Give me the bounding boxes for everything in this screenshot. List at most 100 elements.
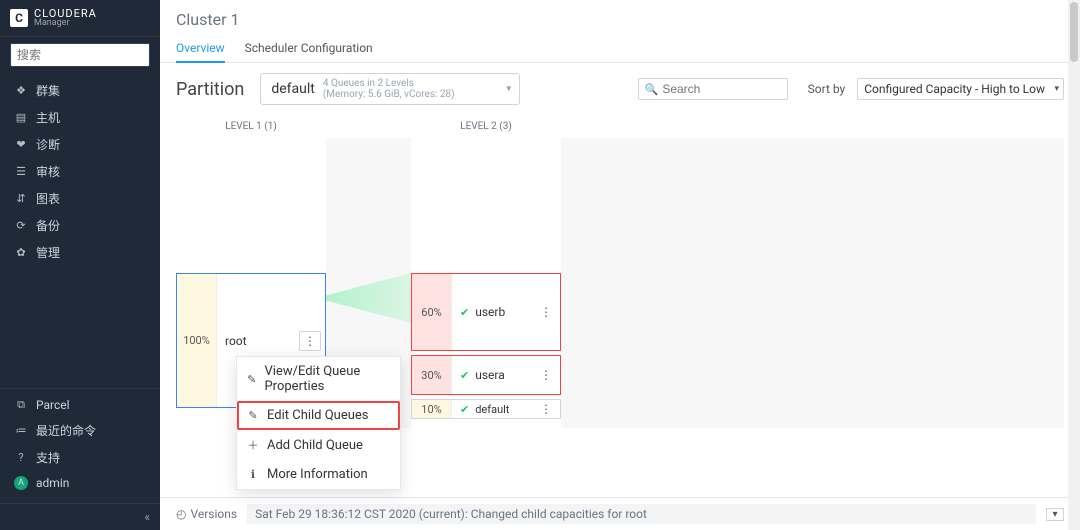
scrollbar-vertical[interactable] (1068, 0, 1080, 530)
sidebar-item-label: 诊断 (36, 136, 60, 153)
page-title: Cluster 1 (160, 0, 1080, 35)
sidebar-item-diagnostics[interactable]: ❤ 诊断 (0, 131, 160, 158)
pencil-icon: ✎ (247, 373, 256, 386)
queue-name: usera (475, 368, 505, 382)
hosts-icon: ▤ (14, 111, 28, 124)
main: Cluster 1 Overview Scheduler Configurati… (160, 0, 1080, 530)
partition-label: Partition (176, 79, 244, 100)
menu-item-label: Edit Child Queues (267, 408, 369, 423)
search-icon: 🔍 (645, 83, 659, 96)
check-icon: ✔ (460, 306, 469, 319)
partition-select[interactable]: default 4 Queues in 2 Levels (Memory: 5.… (260, 73, 520, 105)
sort-by-value: Configured Capacity - High to Low (864, 82, 1045, 96)
check-icon: ✔ (460, 403, 469, 416)
sidebar-item-support[interactable]: ? 支持 (0, 444, 160, 471)
sidebar-item-clusters[interactable]: ❖ 群集 (0, 77, 160, 104)
queue-name: default (475, 403, 509, 416)
level-2-header: LEVEL 2 (3) (411, 115, 561, 138)
scrollbar-thumb[interactable] (1070, 2, 1078, 62)
sidebar-item-label: 群集 (36, 82, 60, 99)
chevron-down-icon: ▾ (1054, 84, 1059, 94)
kebab-icon[interactable]: ⋮ (536, 400, 556, 418)
sidebar-item-label: Parcel (36, 398, 70, 412)
queue-pct: 30% (412, 356, 452, 394)
user-avatar-icon: A (14, 476, 28, 490)
tab-overview[interactable]: Overview (176, 35, 225, 63)
sidebar-nav: ❖ 群集 ▤ 主机 ❤ 诊断 ☰ 审核 ⇵ 图表 ⟳ 备份 ✿ 管理 (0, 73, 160, 388)
pencil-icon: ✎ (247, 409, 259, 422)
versions-label: Versions (190, 507, 237, 521)
clock-icon: ◴ (176, 507, 186, 521)
context-menu: ✎ View/Edit Queue Properties ✎ Edit Child … (236, 356, 401, 490)
menu-edit-child-queues[interactable]: ✎ Edit Child Queues (237, 401, 400, 430)
footer: ◴ Versions Sat Feb 29 18:36:12 CST 2020 (… (160, 497, 1080, 530)
sidebar-item-label: 管理 (36, 244, 60, 261)
kebab-icon[interactable]: ⋮ (299, 331, 321, 351)
sidebar-item-audit[interactable]: ☰ 审核 (0, 158, 160, 185)
sort-by-label: Sort by (808, 82, 846, 96)
queue-default[interactable]: 10% ✔ default ⋮ (411, 399, 561, 419)
sidebar-item-label: 审核 (36, 163, 60, 180)
tabs: Overview Scheduler Configuration (160, 35, 1080, 63)
sidebar-item-hosts[interactable]: ▤ 主机 (0, 104, 160, 131)
sidebar-item-administration[interactable]: ✿ 管理 (0, 239, 160, 266)
sidebar-item-label: 备份 (36, 217, 60, 234)
sidebar-item-recent[interactable]: ≔ 最近的命令 (0, 417, 160, 444)
queue-canvas: 100% root ⋮ 60% ✔userb ⋮ 30% ✔usera ⋮ 10… (176, 138, 1064, 428)
parcel-icon: ⧉ (14, 398, 28, 412)
search-input[interactable] (662, 82, 780, 96)
sidebar-item-label: 图表 (36, 190, 60, 207)
queue-name: root (225, 334, 247, 348)
menu-view-edit-properties[interactable]: ✎ View/Edit Queue Properties (237, 357, 400, 401)
diag-icon: ❤ (14, 138, 28, 151)
clusters-icon: ❖ (14, 84, 28, 97)
menu-add-child-queue[interactable]: ＋ Add Child Queue (237, 430, 400, 460)
menu-item-label: Add Child Queue (267, 438, 363, 453)
tab-scheduler-config[interactable]: Scheduler Configuration (245, 35, 373, 62)
plus-icon: ＋ (247, 437, 259, 453)
queue-pct: 10% (412, 400, 452, 418)
brand-sub: Manager (34, 19, 97, 28)
sidebar-item-charts[interactable]: ⇵ 图表 (0, 185, 160, 212)
sidebar-item-label: admin (36, 476, 69, 490)
menu-item-label: View/Edit Queue Properties (264, 364, 390, 394)
toolbar: Partition default 4 Queues in 2 Levels (… (160, 63, 1080, 115)
recent-icon: ≔ (14, 424, 28, 437)
sidebar-item-backup[interactable]: ⟳ 备份 (0, 212, 160, 239)
sidebar: C CLOUDERA Manager ❖ 群集 ▤ 主机 ❤ 诊断 ☰ 审核 ⇵ 图表 ⟳… (0, 0, 160, 530)
sidebar-item-label: 主机 (36, 109, 60, 126)
admin-icon: ✿ (14, 246, 28, 259)
brand: C CLOUDERA Manager (0, 0, 160, 37)
sidebar-item-parcel[interactable]: ⧉ Parcel (0, 393, 160, 417)
kebab-icon[interactable]: ⋮ (536, 303, 556, 321)
partition-subtext-2: (Memory: 5.6 GiB, vCores: 28) (323, 89, 455, 100)
charts-icon: ⇵ (14, 192, 28, 205)
queue-name: userb (475, 305, 505, 319)
sidebar-item-label: 最近的命令 (36, 422, 96, 439)
sidebar-item-label: 支持 (36, 449, 60, 466)
sidebar-collapse[interactable]: « (0, 503, 160, 530)
kebab-icon[interactable]: ⋮ (536, 366, 556, 384)
footer-dropdown[interactable]: ▾ (1046, 508, 1064, 521)
footer-message: Sat Feb 29 18:36:12 CST 2020 (current): … (247, 504, 1036, 524)
versions-link[interactable]: ◴ Versions (176, 507, 237, 521)
support-icon: ? (14, 451, 28, 464)
queue-userb[interactable]: 60% ✔ userb ⋮ (411, 273, 561, 351)
queue-pct: 100% (177, 274, 217, 407)
partition-value: default (271, 81, 315, 97)
sidebar-search-input[interactable] (10, 43, 150, 67)
menu-item-label: More Information (267, 467, 368, 482)
backup-icon: ⟳ (14, 219, 28, 232)
level-1-header: LEVEL 1 (1) (176, 115, 326, 138)
sidebar-item-user[interactable]: Aadmin (0, 471, 160, 495)
queue-usera[interactable]: 30% ✔usera ⋮ (411, 355, 561, 395)
sort-by-select[interactable]: Configured Capacity - High to Low ▾ (857, 78, 1064, 100)
info-icon: ℹ (247, 468, 259, 481)
brand-badge: C (10, 9, 28, 27)
connector (326, 273, 411, 323)
queue-pct: 60% (412, 274, 452, 350)
menu-more-information[interactable]: ℹ More Information (237, 460, 400, 489)
search-box[interactable]: 🔍 (638, 78, 788, 100)
chevron-down-icon: ▾ (506, 84, 511, 95)
audit-icon: ☰ (14, 165, 28, 178)
